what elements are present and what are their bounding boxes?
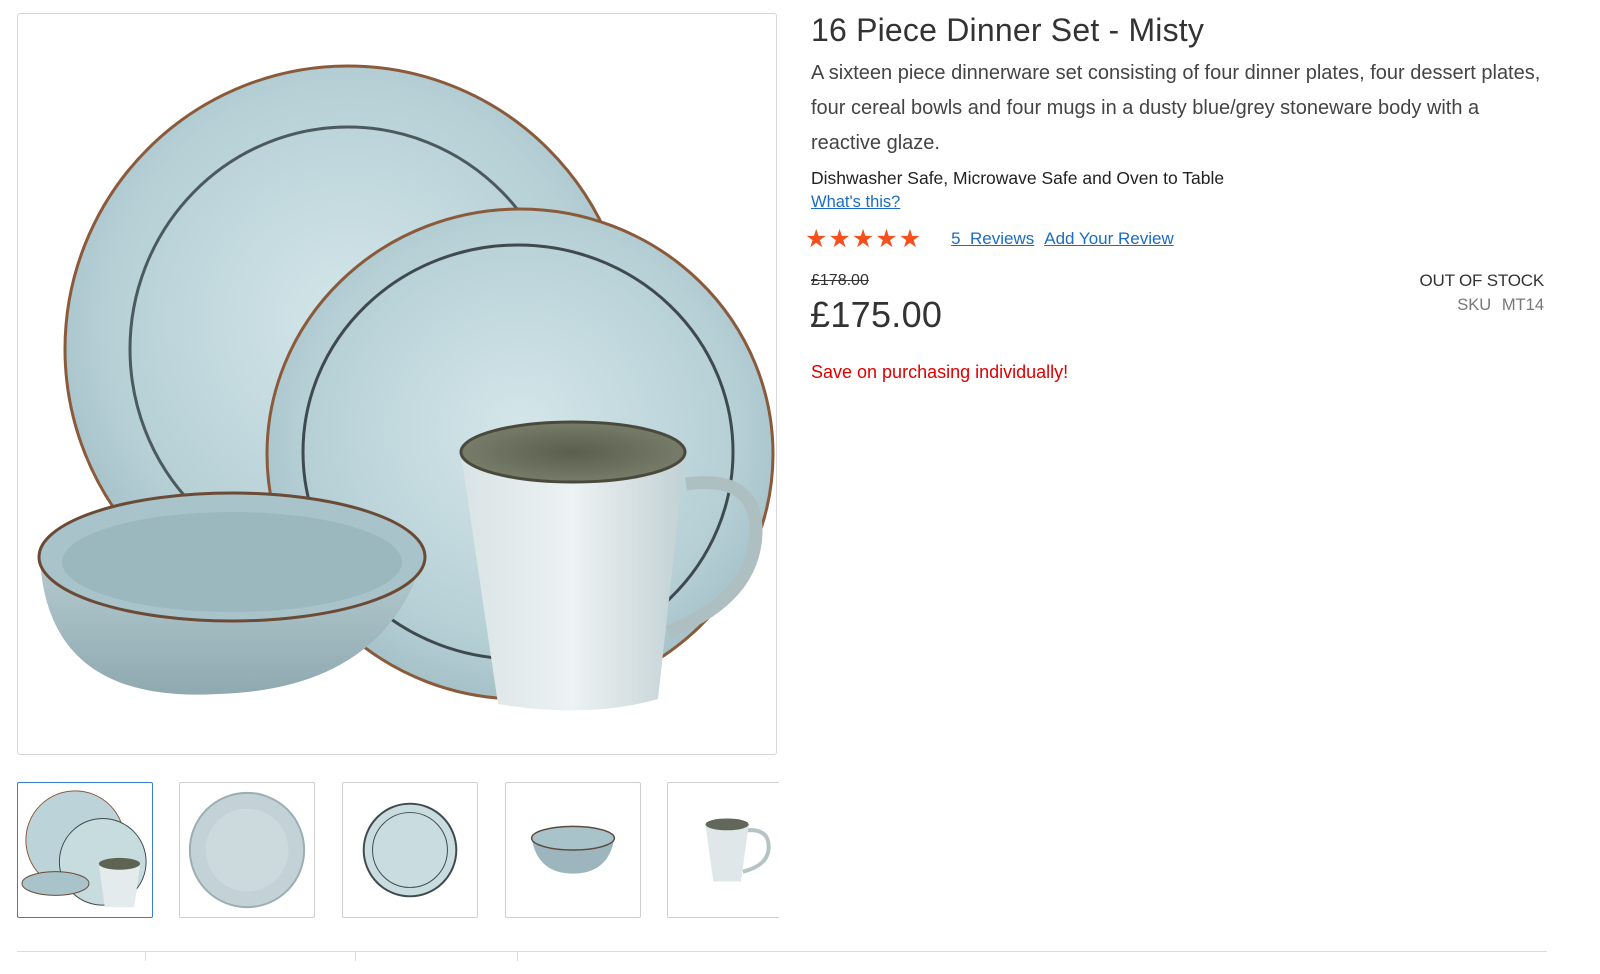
product-info: 16 Piece Dinner Set - Misty A sixteen pi… [811,10,1546,212]
thumbnail-full-set[interactable] [17,782,153,918]
sku-label: SKU [1457,296,1492,314]
thumbnail-dessert-plate[interactable] [342,782,478,918]
sku: SKU MT14 [1451,296,1544,315]
product-title: 16 Piece Dinner Set - Misty [811,12,1205,48]
tab-separator [517,951,518,961]
old-price: £178.00 [811,272,869,289]
reviews-link[interactable]: 5 Reviews [951,229,1034,249]
thumbnail-mug[interactable] [667,782,779,918]
product-description: A sixteen piece dinnerware set consistin… [811,62,1541,154]
thumbnail-dinner-plate[interactable] [179,782,315,918]
whats-this-link[interactable]: What's this? [811,193,900,212]
add-review-link[interactable]: Add Your Review [1044,229,1173,249]
star-icon: ★ [875,224,898,253]
tab-separator [355,951,356,961]
thumbnail-strip [17,782,779,920]
thumbnail-bowl[interactable] [505,782,641,918]
main-product-image[interactable] [17,13,777,755]
tab-separator [145,951,146,961]
star-icon: ★ [828,224,851,253]
save-note: Save on purchasing individually! [811,362,1069,382]
star-icon: ★ [805,224,828,253]
star-icon: ★ [851,224,875,253]
tabs-divider [17,951,1547,952]
product-features: Dishwasher Safe, Microwave Safe and Oven… [811,168,1225,188]
star-rating: ★ ★ ★ ★ ★ [805,224,922,253]
star-icon: ★ [898,224,922,253]
current-price: £175.00 [810,294,943,335]
rating-row: ★ ★ ★ ★ ★ 5 Reviews Add Your Review [805,224,1174,254]
sku-value: MT14 [1501,296,1544,314]
stock-status: OUT OF STOCK [1419,271,1545,290]
